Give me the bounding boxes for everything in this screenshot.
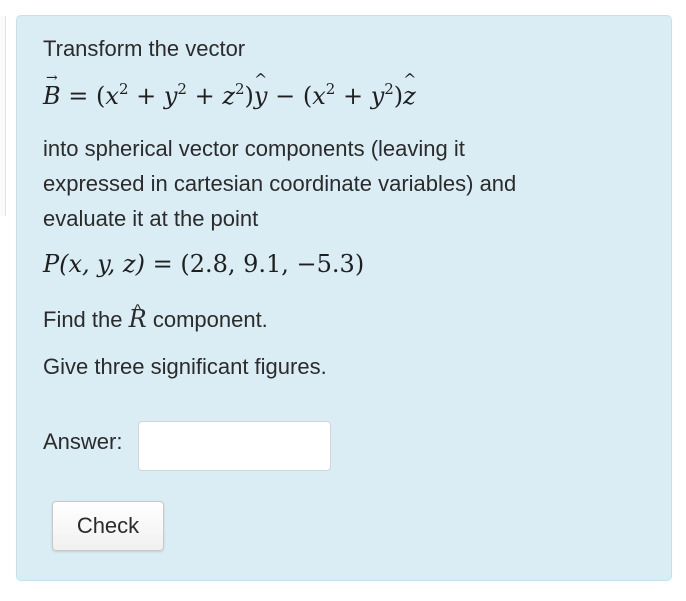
vector-symbol: → B xyxy=(43,70,61,110)
instruction-line-2: expressed in cartesian coordinate variab… xyxy=(43,171,517,196)
find-suffix: component. xyxy=(152,307,268,332)
vector-equation: → B = (x2 + y2 + z2) ^ y − (x2 + y2) ^ z xyxy=(43,70,417,110)
find-prefix: Find the xyxy=(43,307,123,332)
instruction-line-1: into spherical vector components (leavin… xyxy=(43,136,465,161)
check-button[interactable]: Check xyxy=(52,501,164,551)
question-intro: Transform the vector xyxy=(43,36,246,61)
answer-input[interactable] xyxy=(138,421,331,471)
find-component-line: Find the ^ R component. xyxy=(43,302,268,337)
left-margin-rule xyxy=(0,16,6,216)
point-equation: P(x, y, z) = (2.8, 9.1, −5.3) xyxy=(43,250,365,278)
point-rhs: (2.8, 9.1, −5.3) xyxy=(180,250,365,278)
vector-rhs: (x2 + y2 + z2) ^ y − (x2 + y2) ^ z xyxy=(96,70,417,110)
sig-figs-instruction: Give three significant figures. xyxy=(43,354,327,379)
vector-name: B xyxy=(43,82,61,110)
question-panel: Transform the vector → B = (x2 + y2 + z2)… xyxy=(16,15,672,581)
point-lhs: P(x, y, z) xyxy=(43,250,145,278)
r-hat-symbol: ^ R xyxy=(128,302,147,333)
answer-label: Answer: xyxy=(43,429,123,454)
instruction-line-3: evaluate it at the point xyxy=(43,206,259,231)
